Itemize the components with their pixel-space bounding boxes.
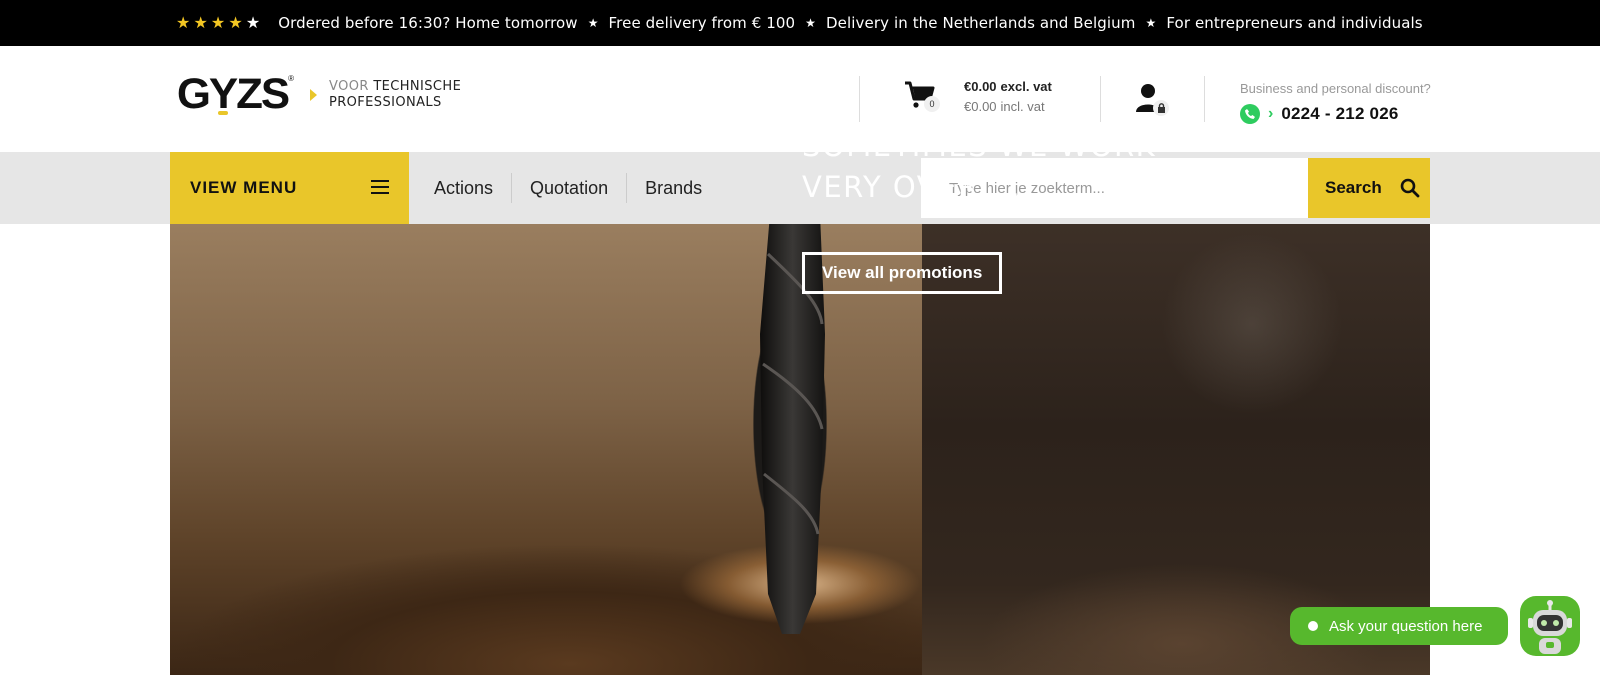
search-icon: [1400, 178, 1420, 198]
usp-list: ★ ★ ★ ★ ★ Ordered before 16:30? Home tom…: [176, 0, 1423, 46]
nav-links: Actions Quotation Brands: [420, 152, 720, 224]
star-icon: ★: [587, 16, 599, 30]
price-incl-value: €0.00: [964, 99, 997, 114]
price-excl-label: excl. vat: [1000, 79, 1052, 94]
tagline-line2: PROFESSIONALS: [329, 95, 442, 110]
logo-accent: [218, 111, 228, 115]
nav-link-brands[interactable]: Brands: [626, 173, 720, 203]
search-button[interactable]: Search: [1308, 158, 1430, 218]
view-menu-button[interactable]: VIEW MENU: [170, 152, 409, 224]
robot-icon: [1528, 600, 1572, 654]
star-icon: ★: [245, 13, 261, 32]
phone-number[interactable]: 0224 - 212 026: [1281, 104, 1398, 124]
nav-link-actions[interactable]: Actions: [420, 173, 511, 203]
divider: [859, 76, 860, 122]
price-excl-vat: €0.00 excl. vat: [964, 77, 1052, 97]
divider: [1100, 76, 1101, 122]
chevron-right-icon: ›: [1268, 105, 1274, 122]
lock-badge: [1153, 100, 1169, 116]
divider: [1204, 76, 1205, 122]
gyzs-logo[interactable]: GYZS ®: [176, 70, 296, 118]
star-icon: ★: [210, 13, 226, 32]
usp-item: Free delivery from € 100: [608, 14, 796, 32]
price-incl-label: incl. vat: [1000, 99, 1045, 114]
lock-icon: [1157, 103, 1165, 113]
usp-item: For entrepreneurs and individuals: [1166, 14, 1423, 32]
whatsapp-icon[interactable]: [1240, 104, 1260, 124]
cart-count-badge: 0: [924, 96, 940, 112]
view-promotions-button[interactable]: View all promotions: [802, 252, 1003, 294]
view-menu-label: VIEW MENU: [190, 178, 298, 197]
usp-item: Delivery in the Netherlands and Belgium: [826, 14, 1136, 32]
price-incl-vat: €0.00 incl. vat: [964, 97, 1052, 117]
search-button-label: Search: [1325, 178, 1382, 197]
star-icon: ★: [176, 13, 191, 32]
tagline: VOOR TECHNISCHE PROFESSIONALS: [329, 79, 461, 111]
tagline-arrow-icon: [310, 89, 317, 101]
tagline-word: TECHNISCHE: [373, 79, 462, 94]
chat-prompt-button[interactable]: Ask your question here: [1290, 607, 1508, 645]
cart-button[interactable]: 0: [904, 80, 940, 116]
hamburger-icon: [371, 180, 389, 194]
tagline-muted: VOOR: [329, 79, 369, 94]
discount-question: Business and personal discount?: [1240, 81, 1431, 96]
chatbot-launcher[interactable]: [1520, 596, 1580, 656]
phone-handset-icon: [1245, 109, 1255, 119]
star-icon: ★: [805, 16, 817, 30]
cart-totals[interactable]: €0.00 excl. vat €0.00 incl. vat: [964, 77, 1052, 117]
registered-mark: ®: [288, 74, 294, 83]
price-excl-value: €0.00: [964, 79, 997, 94]
hero-banner[interactable]: [170, 224, 1430, 675]
main-navigation: VIEW MENU Actions Quotation Brands Searc…: [0, 152, 1600, 224]
usp-item: Ordered before 16:30? Home tomorrow: [278, 14, 578, 32]
phone-contact[interactable]: › 0224 - 212 026: [1240, 104, 1399, 124]
online-status-dot: [1308, 621, 1318, 631]
account-button[interactable]: [1133, 80, 1173, 120]
chat-prompt-label: Ask your question here: [1329, 617, 1483, 635]
hero-title: SOMETIMES WE WORK VERY OVER....: [802, 129, 1157, 204]
top-usp-bar: ★ ★ ★ ★ ★ Ordered before 16:30? Home tom…: [0, 0, 1600, 46]
star-icon: ★: [1145, 16, 1157, 30]
logo-text: GYZS: [176, 70, 290, 118]
star-icon: ★: [228, 13, 243, 32]
nav-link-quotation[interactable]: Quotation: [511, 173, 626, 203]
site-header: GYZS ® VOOR TECHNISCHE PROFESSIONALS 0 €…: [0, 46, 1600, 152]
star-icon: ★: [193, 13, 208, 32]
rating-stars: ★ ★ ★ ★ ★: [176, 15, 260, 31]
